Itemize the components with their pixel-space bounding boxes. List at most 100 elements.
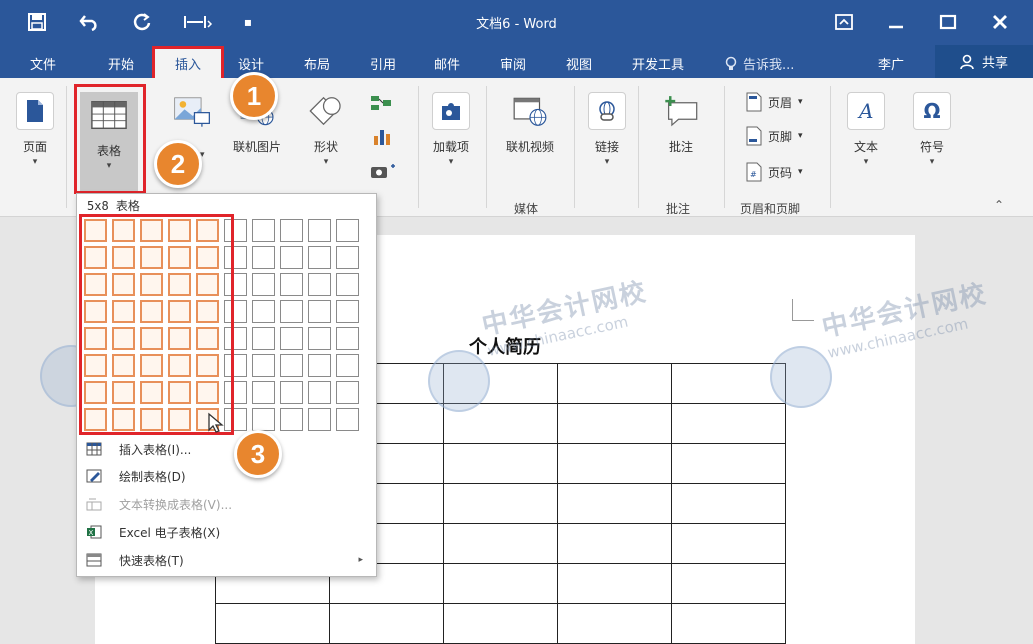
grid-cell[interactable] <box>280 354 303 377</box>
grid-cell[interactable] <box>336 246 359 269</box>
grid-cell[interactable] <box>308 327 331 350</box>
table-cell[interactable] <box>557 443 672 484</box>
grid-cell[interactable] <box>224 219 247 242</box>
grid-cell[interactable] <box>168 408 191 431</box>
table-cell[interactable] <box>329 603 444 644</box>
tab-file[interactable]: 文件 <box>20 51 66 75</box>
grid-cell[interactable] <box>112 381 135 404</box>
grid-cell[interactable] <box>336 219 359 242</box>
chart-icon[interactable] <box>372 126 392 146</box>
table-cell[interactable] <box>557 523 672 564</box>
pages-button[interactable]: 页面 ▾ <box>12 92 58 167</box>
grid-cell[interactable] <box>280 300 303 323</box>
grid-cell[interactable] <box>308 246 331 269</box>
tell-me-search[interactable]: 告诉我... <box>725 54 794 73</box>
grid-cell[interactable] <box>196 354 219 377</box>
grid-cell[interactable] <box>112 327 135 350</box>
grid-cell[interactable] <box>252 300 275 323</box>
smartart-icon[interactable] <box>370 94 392 112</box>
grid-cell[interactable] <box>224 246 247 269</box>
tab-review[interactable]: 审阅 <box>490 51 536 75</box>
table-size-grid[interactable] <box>84 219 359 431</box>
grid-cell[interactable] <box>196 273 219 296</box>
grid-cell[interactable] <box>252 327 275 350</box>
grid-cell[interactable] <box>84 381 107 404</box>
grid-cell[interactable] <box>224 327 247 350</box>
menu-item-draw-table[interactable]: 绘制表格(D) <box>83 463 373 489</box>
grid-cell[interactable] <box>252 354 275 377</box>
grid-cell[interactable] <box>252 408 275 431</box>
text-button[interactable]: A 文本 ▾ <box>842 92 890 167</box>
table-cell[interactable] <box>671 563 786 604</box>
table-cell[interactable] <box>215 603 330 644</box>
table-cell[interactable] <box>443 563 558 604</box>
header-button[interactable]: 页眉 ▾ <box>746 92 803 112</box>
symbols-button[interactable]: Ω 符号 ▾ <box>908 92 956 167</box>
grid-cell[interactable] <box>140 354 163 377</box>
grid-cell[interactable] <box>308 408 331 431</box>
tab-layout[interactable]: 布局 <box>294 51 340 75</box>
table-cell[interactable] <box>671 523 786 564</box>
grid-cell[interactable] <box>308 381 331 404</box>
table-cell[interactable] <box>557 403 672 444</box>
share-button[interactable]: 共享 <box>935 45 1033 78</box>
grid-cell[interactable] <box>336 408 359 431</box>
grid-cell[interactable] <box>168 300 191 323</box>
menu-item-insert-table[interactable]: 插入表格(I)... <box>83 436 373 462</box>
grid-cell[interactable] <box>336 300 359 323</box>
grid-cell[interactable] <box>140 300 163 323</box>
table-cell[interactable] <box>671 603 786 644</box>
table-cell[interactable] <box>443 603 558 644</box>
page-number-button[interactable]: # 页码 ▾ <box>746 162 803 182</box>
menu-item-excel-spreadsheet[interactable]: X Excel 电子表格(X) <box>83 519 373 545</box>
grid-cell[interactable] <box>308 354 331 377</box>
grid-cell[interactable] <box>84 273 107 296</box>
maximize-icon[interactable] <box>930 8 966 36</box>
table-cell[interactable] <box>671 363 786 404</box>
grid-cell[interactable] <box>84 327 107 350</box>
table-cell[interactable] <box>557 563 672 604</box>
menu-item-quick-tables[interactable]: 快速表格(T) ▸ <box>83 547 373 573</box>
tab-home[interactable]: 开始 <box>98 51 144 75</box>
online-video-button[interactable]: 联机视频 <box>494 92 566 155</box>
grid-cell[interactable] <box>252 273 275 296</box>
grid-cell[interactable] <box>224 354 247 377</box>
grid-cell[interactable] <box>280 408 303 431</box>
table-cell[interactable] <box>443 403 558 444</box>
tab-view[interactable]: 视图 <box>556 51 602 75</box>
comment-button[interactable]: 批注 <box>652 92 710 155</box>
tab-references[interactable]: 引用 <box>360 51 406 75</box>
pictures-button[interactable] <box>166 92 218 138</box>
table-cell[interactable] <box>671 403 786 444</box>
grid-cell[interactable] <box>280 381 303 404</box>
grid-cell[interactable] <box>308 219 331 242</box>
grid-cell[interactable] <box>336 327 359 350</box>
grid-cell[interactable] <box>280 273 303 296</box>
grid-cell[interactable] <box>168 354 191 377</box>
grid-cell[interactable] <box>168 246 191 269</box>
screenshot-icon[interactable] <box>370 162 398 180</box>
grid-cell[interactable] <box>168 327 191 350</box>
grid-cell[interactable] <box>308 273 331 296</box>
grid-cell[interactable] <box>112 354 135 377</box>
shapes-button[interactable]: 形状 ▾ <box>300 92 352 167</box>
grid-cell[interactable] <box>196 219 219 242</box>
collapse-ribbon-icon[interactable]: ⌃ <box>994 198 1004 212</box>
grid-cell[interactable] <box>224 300 247 323</box>
grid-cell[interactable] <box>252 381 275 404</box>
grid-cell[interactable] <box>196 327 219 350</box>
grid-cell[interactable] <box>112 246 135 269</box>
minimize-icon[interactable] <box>878 8 914 36</box>
table-cell[interactable] <box>671 443 786 484</box>
tab-developer[interactable]: 开发工具 <box>622 51 694 75</box>
grid-cell[interactable] <box>224 273 247 296</box>
grid-cell[interactable] <box>224 381 247 404</box>
grid-cell[interactable] <box>140 327 163 350</box>
tab-mailings[interactable]: 邮件 <box>424 51 470 75</box>
grid-cell[interactable] <box>168 381 191 404</box>
grid-cell[interactable] <box>140 219 163 242</box>
grid-cell[interactable] <box>84 246 107 269</box>
tab-insert[interactable]: 插入 <box>152 46 224 81</box>
grid-cell[interactable] <box>252 246 275 269</box>
grid-cell[interactable] <box>168 219 191 242</box>
